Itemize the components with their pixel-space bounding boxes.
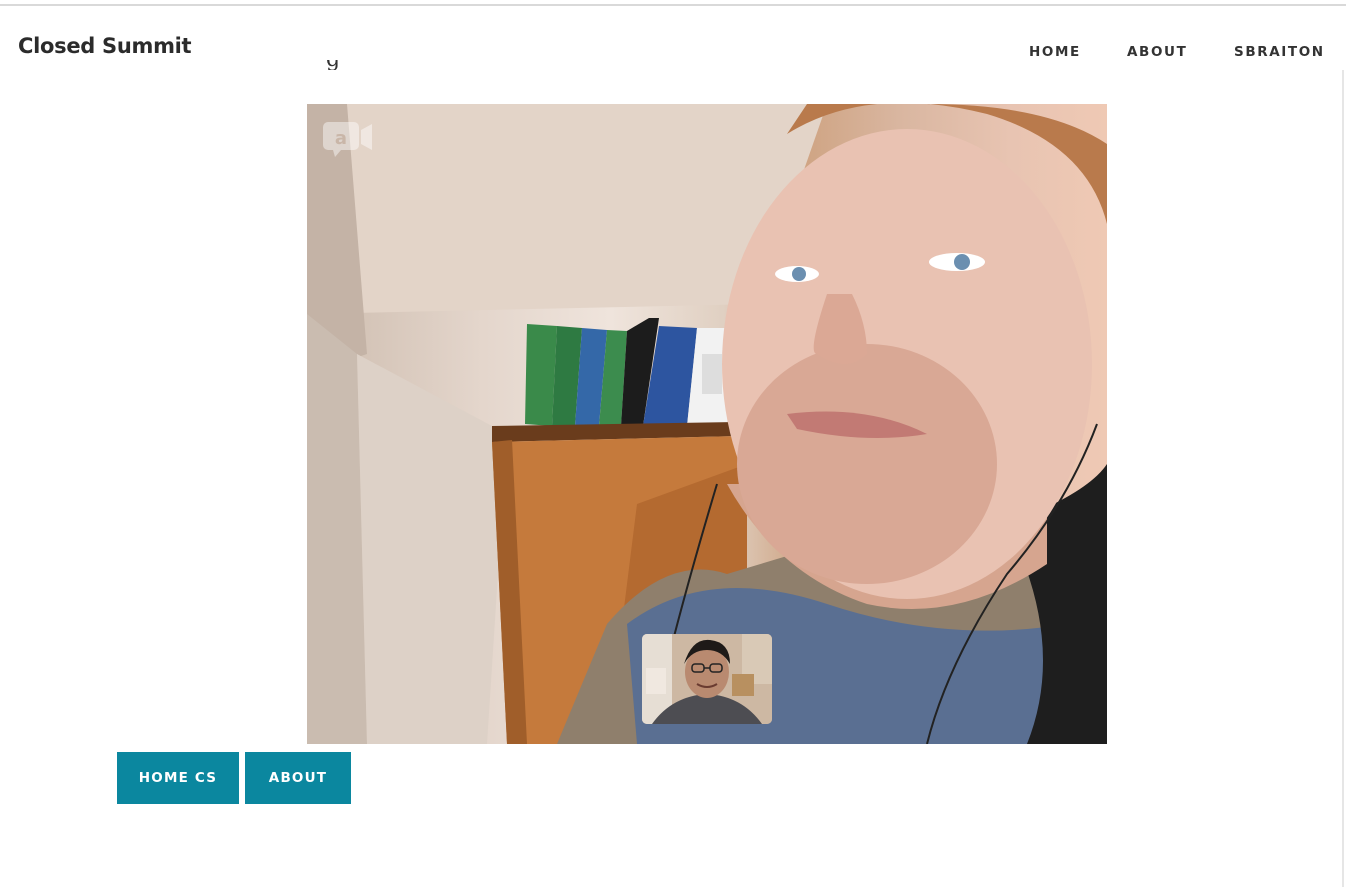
self-view-video[interactable] xyxy=(642,634,772,724)
about-button[interactable]: ABOUT xyxy=(245,752,351,804)
binder-shelf xyxy=(492,318,739,442)
home-cs-button[interactable]: HOME CS xyxy=(117,752,239,804)
self-view-scene xyxy=(642,634,772,724)
svg-text:a: a xyxy=(335,128,347,149)
jaw-shade xyxy=(737,344,997,584)
page: Closed Summit HOME ABOUT SBRAITON g xyxy=(0,0,1346,887)
site-header: Closed Summit HOME ABOUT SBRAITON xyxy=(0,6,1346,70)
brand-logo-text[interactable]: Closed Summit xyxy=(18,32,192,60)
wall xyxy=(357,354,507,744)
right-divider xyxy=(1342,70,1344,887)
right-iris xyxy=(954,254,970,270)
clipped-text: g xyxy=(326,60,342,70)
remote-video: a xyxy=(307,104,1107,744)
nav-user-link[interactable]: SBRAITON xyxy=(1234,43,1325,61)
clipped-text-glyph: g xyxy=(326,60,340,70)
appear-in-logo-svg: a xyxy=(323,122,372,157)
nav-about-link[interactable]: ABOUT xyxy=(1127,43,1187,61)
left-iris xyxy=(792,267,806,281)
nav-home-link[interactable]: HOME xyxy=(1029,43,1081,61)
appear-in-logo-icon[interactable]: a xyxy=(323,120,373,158)
